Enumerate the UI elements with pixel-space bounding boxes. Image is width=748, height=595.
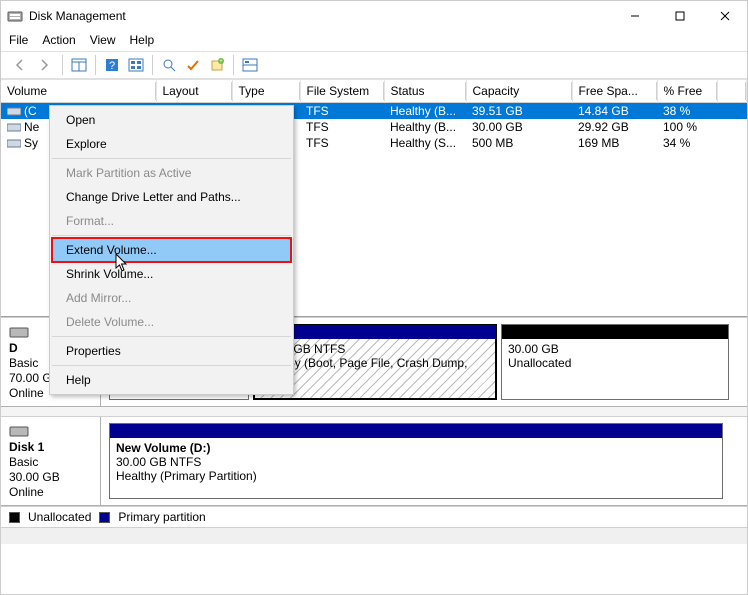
col-free[interactable]: Free Spa... [572, 80, 657, 102]
cell-pct: 100 % [657, 119, 717, 135]
legend: Unallocated Primary partition [1, 506, 747, 527]
ctx-open[interactable]: Open [52, 108, 291, 132]
disk-label: Disk 1 [9, 440, 92, 454]
cell-fs: TFS [300, 119, 384, 135]
drive-icon [7, 137, 21, 149]
cell-fs: TFS [300, 135, 384, 151]
cell-name: (C [24, 104, 37, 118]
settings-button[interactable] [125, 54, 147, 76]
col-type[interactable]: Type [232, 80, 300, 102]
menu-action[interactable]: Action [42, 33, 75, 47]
disk-type: Basic [9, 455, 92, 469]
cell-status: Healthy (B... [384, 102, 466, 119]
find-button[interactable] [158, 54, 180, 76]
partition-status: Unallocated [508, 356, 722, 370]
table-header-row: Volume Layout Type File System Status Ca… [1, 80, 747, 102]
partition-title: New Volume (D:) [116, 441, 210, 455]
legend-primary: Primary partition [118, 510, 205, 524]
disk-state: Online [9, 485, 92, 499]
partition-status: Healthy (Primary Partition) [116, 469, 716, 483]
disk-row-1: Disk 1 Basic 30.00 GB Online New Volume … [1, 417, 747, 506]
svg-text:?: ? [109, 60, 115, 72]
cell-cap: 500 MB [466, 135, 572, 151]
partition-size: 30.00 GB NTFS [116, 455, 716, 469]
partition-bar [110, 424, 722, 438]
cell-fs: TFS [300, 102, 384, 119]
disk-info[interactable]: Disk 1 Basic 30.00 GB Online [1, 417, 101, 505]
forward-button[interactable] [33, 54, 55, 76]
disk-icon [9, 324, 29, 340]
back-button[interactable] [9, 54, 31, 76]
disk-size: 30.00 GB [9, 470, 92, 484]
ctx-explore[interactable]: Explore [52, 132, 291, 156]
partition-unallocated[interactable]: 30.00 GB Unallocated [501, 324, 729, 400]
legend-swatch-unallocated [9, 512, 20, 523]
maximize-button[interactable] [657, 1, 702, 31]
legend-unallocated: Unallocated [28, 510, 91, 524]
cell-status: Healthy (B... [384, 119, 466, 135]
help-button[interactable]: ? [101, 54, 123, 76]
cell-name: Ne [24, 120, 39, 134]
disk-icon [9, 423, 29, 439]
new-button[interactable]: + [206, 54, 228, 76]
ctx-properties[interactable]: Properties [52, 339, 291, 363]
svg-text:+: + [219, 59, 223, 65]
legend-swatch-primary [99, 512, 110, 523]
cell-cap: 39.51 GB [466, 102, 572, 119]
ctx-extend-volume[interactable]: Extend Volume... [52, 238, 291, 262]
titlebar: Disk Management [1, 1, 747, 31]
ctx-add-mirror[interactable]: Add Mirror... [52, 286, 291, 310]
partition-size: 30.00 GB [508, 342, 722, 356]
toolbar: ? + [1, 51, 747, 79]
col-volume[interactable]: Volume [1, 80, 156, 102]
col-status[interactable]: Status [384, 80, 466, 102]
layout-button[interactable] [239, 54, 261, 76]
drive-icon [7, 105, 21, 117]
ctx-format[interactable]: Format... [52, 209, 291, 233]
view-settings-button[interactable] [68, 54, 90, 76]
partition-size: 39.51 GB NTFS [260, 342, 490, 356]
ctx-mark-active[interactable]: Mark Partition as Active [52, 161, 291, 185]
close-button[interactable] [702, 1, 747, 31]
cell-status: Healthy (S... [384, 135, 466, 151]
cell-name: Sy [24, 136, 38, 150]
cell-pct: 38 % [657, 102, 717, 119]
horizontal-scrollbar[interactable] [1, 527, 747, 544]
cell-free: 169 MB [572, 135, 657, 151]
drive-icon [7, 121, 21, 133]
window-title: Disk Management [29, 9, 126, 23]
partition-status: Healthy (Boot, Page File, Crash Dump, Pr… [260, 356, 490, 384]
ctx-help[interactable]: Help [52, 368, 291, 392]
partition-bar [502, 325, 728, 339]
ctx-shrink-volume[interactable]: Shrink Volume... [52, 262, 291, 286]
minimize-button[interactable] [612, 1, 657, 31]
check-button[interactable] [182, 54, 204, 76]
cell-free: 29.92 GB [572, 119, 657, 135]
cell-free: 14.84 GB [572, 102, 657, 119]
col-fs[interactable]: File System [300, 80, 384, 102]
menu-file[interactable]: File [9, 33, 28, 47]
col-capacity[interactable]: Capacity [466, 80, 572, 102]
partition[interactable]: New Volume (D:) 30.00 GB NTFS Healthy (P… [109, 423, 723, 499]
menu-help[interactable]: Help [130, 33, 155, 47]
col-layout[interactable]: Layout [156, 80, 232, 102]
app-icon [7, 8, 23, 24]
ctx-delete-volume[interactable]: Delete Volume... [52, 310, 291, 334]
ctx-change-drive-letter[interactable]: Change Drive Letter and Paths... [52, 185, 291, 209]
context-menu: Open Explore Mark Partition as Active Ch… [49, 105, 294, 395]
cell-pct: 34 % [657, 135, 717, 151]
col-pct[interactable]: % Free [657, 80, 717, 102]
menu-view[interactable]: View [90, 33, 116, 47]
menu-bar: File Action View Help [1, 31, 747, 51]
cell-cap: 30.00 GB [466, 119, 572, 135]
